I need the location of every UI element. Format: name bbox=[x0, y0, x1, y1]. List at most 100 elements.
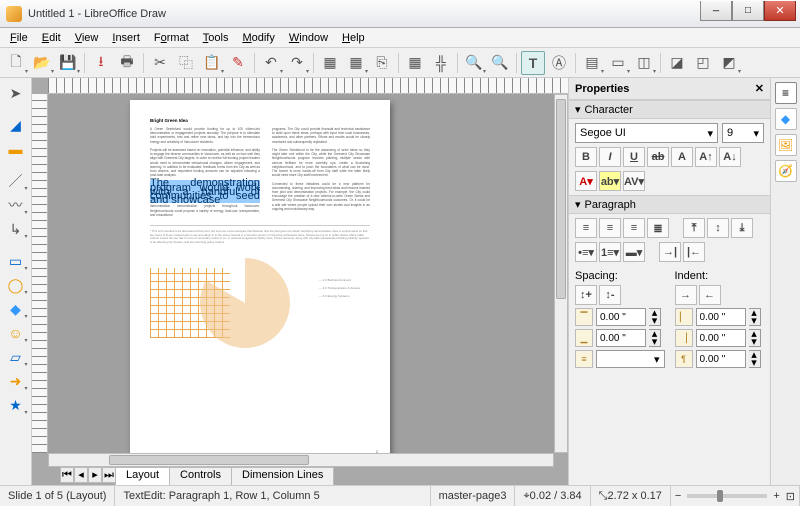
menu-format[interactable]: Format bbox=[148, 30, 195, 46]
menu-tools[interactable]: Tools bbox=[197, 30, 235, 46]
space-above-input[interactable] bbox=[596, 308, 646, 326]
page[interactable]: Bright Green Idea A Green Seedsfund woul… bbox=[130, 100, 390, 453]
hyperlink-icon[interactable]: ⎘ bbox=[370, 51, 394, 75]
curve-icon[interactable]: 〰▾ bbox=[4, 194, 28, 216]
highlighted-text[interactable]: The demonstration program would work wit… bbox=[150, 180, 260, 203]
align-icon[interactable]: ▤▾ bbox=[580, 51, 604, 75]
zoom-icon[interactable]: 🔍▾ bbox=[462, 51, 486, 75]
fontwork-icon[interactable]: Ⓐ bbox=[547, 51, 571, 75]
indent-after-stepper[interactable]: ▴▾ bbox=[749, 329, 761, 347]
close-button[interactable] bbox=[764, 1, 796, 21]
zoom-in-button[interactable]: + bbox=[773, 490, 779, 502]
export-pdf-icon[interactable]: ⭳ bbox=[89, 51, 113, 75]
arrow-shape-icon[interactable]: ➜▾ bbox=[4, 370, 28, 392]
tab-nav-prev[interactable]: ◂ bbox=[74, 467, 88, 483]
menu-edit[interactable]: Edit bbox=[36, 30, 67, 46]
star-icon[interactable]: ★▾ bbox=[4, 394, 28, 416]
connector-icon[interactable]: ↳▾ bbox=[4, 218, 28, 240]
sidebar-tab-shapes[interactable]: ◆ bbox=[775, 108, 797, 130]
save-icon[interactable]: 💾▾ bbox=[56, 51, 80, 75]
bgcolor-button[interactable]: ▬▾ bbox=[623, 242, 645, 262]
smiley-icon[interactable]: ☺▾ bbox=[4, 322, 28, 344]
bullets-button[interactable]: •≡▾ bbox=[575, 242, 597, 262]
print-icon[interactable]: 🖶 bbox=[115, 51, 139, 75]
indent-after-input[interactable] bbox=[696, 329, 746, 347]
numbering-button[interactable]: 1≡▾ bbox=[599, 242, 621, 262]
zoom-page-icon[interactable]: 🔍 bbox=[488, 51, 512, 75]
ellipse-icon[interactable]: ◯▾ bbox=[4, 274, 28, 296]
menu-help[interactable]: Help bbox=[336, 30, 371, 46]
open-icon[interactable]: 📂▾ bbox=[30, 51, 54, 75]
tab-dimension-lines[interactable]: Dimension Lines bbox=[231, 467, 334, 485]
valign-mid-button[interactable]: ↕ bbox=[707, 218, 729, 238]
distribute-icon[interactable]: ◫▾ bbox=[632, 51, 656, 75]
bold-button[interactable]: B bbox=[575, 147, 597, 167]
decrease-indent-button[interactable]: |← bbox=[683, 242, 705, 262]
linespacing-combo[interactable]: ▾ bbox=[596, 350, 665, 368]
clone-format-icon[interactable]: ✎ bbox=[226, 51, 250, 75]
redo-icon[interactable]: ↷▾ bbox=[285, 51, 309, 75]
undo-icon[interactable]: ↶▾ bbox=[259, 51, 283, 75]
flow-icon[interactable]: ▱▾ bbox=[4, 346, 28, 368]
increase-indent-button[interactable]: →| bbox=[659, 242, 681, 262]
tab-layout[interactable]: Layout bbox=[115, 467, 170, 485]
inc-indent-button[interactable]: → bbox=[675, 285, 697, 305]
align-center-button[interactable]: ≡ bbox=[599, 218, 621, 238]
drawing-canvas[interactable]: Bright Green Idea A Green Seedsfund woul… bbox=[48, 94, 554, 453]
align-left-button[interactable]: ≡ bbox=[575, 218, 597, 238]
fill-color-icon[interactable]: ▬ bbox=[4, 138, 28, 160]
status-slide[interactable]: Slide 1 of 5 (Layout) bbox=[0, 486, 115, 506]
indent-before-stepper[interactable]: ▴▾ bbox=[749, 308, 761, 326]
menu-window[interactable]: Window bbox=[283, 30, 334, 46]
character-section-header[interactable]: ▾ Character bbox=[569, 100, 770, 119]
tab-controls[interactable]: Controls bbox=[169, 467, 232, 485]
tab-nav-next[interactable]: ▸ bbox=[88, 467, 102, 483]
indent-first-input[interactable] bbox=[696, 350, 746, 368]
image-icon[interactable]: ▦ bbox=[318, 51, 342, 75]
zoom-fit-button[interactable]: ⊡ bbox=[786, 490, 795, 503]
inc-spacing-button[interactable]: ↕+ bbox=[575, 285, 597, 305]
zoom-slider[interactable] bbox=[687, 494, 767, 498]
sidebar-tab-navigator[interactable]: 🧭 bbox=[775, 160, 797, 182]
minimize-button[interactable] bbox=[700, 1, 732, 21]
cut-icon[interactable]: ✂ bbox=[148, 51, 172, 75]
indent-before-input[interactable] bbox=[696, 308, 746, 326]
maximize-button[interactable] bbox=[732, 1, 764, 21]
strike-button[interactable]: ab bbox=[647, 147, 669, 167]
shadow-icon[interactable]: ◪ bbox=[665, 51, 689, 75]
space-below-input[interactable] bbox=[596, 329, 646, 347]
pointer-icon[interactable]: ➤ bbox=[4, 82, 28, 104]
line-color-icon[interactable]: ◢ bbox=[4, 114, 28, 136]
space-above-stepper[interactable]: ▴▾ bbox=[649, 308, 661, 326]
rect-icon[interactable]: ▭▾ bbox=[4, 250, 28, 272]
grow-font-button[interactable]: A↑ bbox=[695, 147, 717, 167]
shadow-text-button[interactable]: A bbox=[671, 147, 693, 167]
space-below-stepper[interactable]: ▴▾ bbox=[649, 329, 661, 347]
underline-button[interactable]: U bbox=[623, 147, 645, 167]
textbox-icon[interactable]: T bbox=[521, 51, 545, 75]
dec-indent-button[interactable]: ← bbox=[699, 285, 721, 305]
sidebar-tab-gallery[interactable]: 🖼 bbox=[775, 134, 797, 156]
menu-view[interactable]: View bbox=[69, 30, 105, 46]
copy-icon[interactable]: ⿻ bbox=[174, 51, 198, 75]
char-spacing-button[interactable]: AV▾ bbox=[623, 171, 645, 191]
align-justify-button[interactable]: ≣ bbox=[647, 218, 669, 238]
indent-first-stepper[interactable]: ▴▾ bbox=[749, 350, 761, 368]
status-master[interactable]: master-page3 bbox=[431, 486, 516, 506]
menu-insert[interactable]: Insert bbox=[106, 30, 146, 46]
guides-icon[interactable]: ╬ bbox=[429, 51, 453, 75]
tab-nav-last[interactable]: ⏭ bbox=[102, 467, 116, 483]
font-color-button[interactable]: A▾ bbox=[575, 171, 597, 191]
shrink-font-button[interactable]: A↓ bbox=[719, 147, 741, 167]
new-icon[interactable]: 🗋▾ bbox=[4, 51, 28, 75]
tab-nav-first[interactable]: ⏮ bbox=[60, 467, 74, 483]
menu-modify[interactable]: Modify bbox=[236, 30, 280, 46]
ruler-horizontal[interactable] bbox=[48, 78, 568, 94]
dec-spacing-button[interactable]: ↕- bbox=[599, 285, 621, 305]
ruler-vertical[interactable] bbox=[32, 94, 48, 453]
font-size-combo[interactable]: 9▾ bbox=[722, 123, 764, 143]
scrollbar-horizontal[interactable] bbox=[48, 453, 554, 467]
diamond-icon[interactable]: ◆▾ bbox=[4, 298, 28, 320]
line-icon[interactable]: ／▾ bbox=[4, 170, 28, 192]
highlight-button[interactable]: ab▾ bbox=[599, 171, 621, 191]
